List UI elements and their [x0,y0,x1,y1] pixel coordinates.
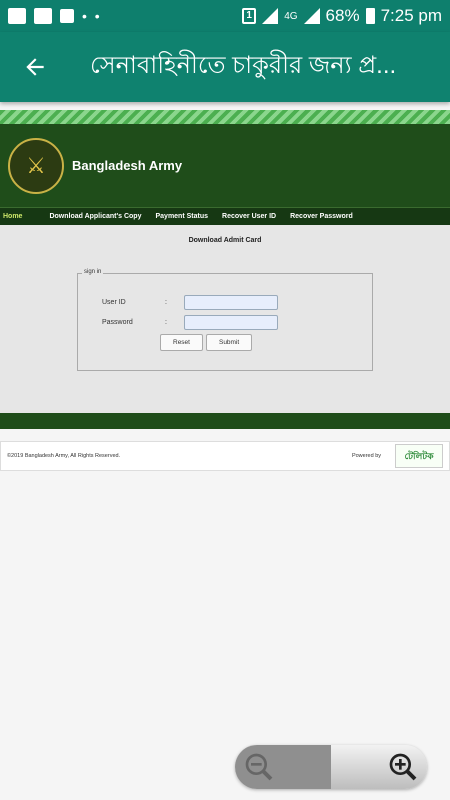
webview: ⚔ Bangladesh Army Home Download Applican… [0,110,450,471]
password-colon: : [165,319,167,326]
nav-home[interactable]: Home [0,213,42,220]
powered-by-text: Powered by [351,453,381,459]
site-nav: Home Download Applicant's Copy Payment S… [0,207,450,225]
password-label: Password [102,319,133,326]
site-header: ⚔ Bangladesh Army [0,124,450,207]
footer-bar [0,413,450,429]
sim-icon: 1 [242,8,257,24]
more-notifications-icon: • • [82,8,102,24]
teletalk-logo[interactable]: টেলিটক [395,444,443,468]
copyright-text: ©2019 Bangladesh Army, All Rights Reserv… [7,453,121,459]
page-title: সেনাবাহিনীতে চাকুরীর জন্য প্র... [90,52,397,79]
nav-download-applicants-copy[interactable]: Download Applicant's Copy [42,213,148,220]
gallery-icon [8,8,26,24]
image-icon [60,9,74,23]
userid-row: User ID : [78,295,278,310]
status-bar: • • 1 4G 68% 7:25 pm [0,0,450,32]
userid-label: User ID [102,299,126,306]
clock: 7:25 pm [380,6,442,25]
battery-icon [365,8,375,24]
content-heading: Download Admit Card [188,237,262,244]
camera-icon [34,8,52,24]
army-emblem-logo: ⚔ [8,137,64,194]
network-type: 4G [284,10,298,22]
zoom-out-icon [245,753,273,781]
zoom-in-icon [389,753,417,781]
reset-button[interactable]: Reset [160,334,203,351]
zoom-out-button[interactable] [235,745,331,789]
signin-buttons: Reset Submit [160,334,253,351]
site-brand: Bangladesh Army [72,158,183,173]
back-arrow-icon[interactable] [0,32,70,102]
userid-input[interactable] [184,295,278,310]
nav-recover-password[interactable]: Recover Password [283,213,360,220]
nav-payment-status[interactable]: Payment Status [148,213,215,220]
signin-fieldset: sign in User ID : Password : Reset Submi… [77,269,373,371]
signin-legend: sign in [82,269,104,275]
password-row: Password : [78,315,278,330]
userid-colon: : [165,299,167,306]
password-input[interactable] [184,315,278,330]
battery-percent: 68% [325,6,360,25]
app-bar: সেনাবাহিনীতে চাকুরীর জন্য প্র... [0,32,450,102]
main-content: Download Admit Card sign in User ID : Pa… [0,225,450,413]
signal-icon-2 [303,8,320,24]
zoom-in-button[interactable] [331,745,427,789]
signal-icon [262,8,279,24]
zoom-controls [235,745,427,789]
site-footer: ©2019 Bangladesh Army, All Rights Reserv… [0,441,450,471]
header-stripe [0,110,450,124]
submit-button[interactable]: Submit [205,334,253,351]
nav-recover-user-id[interactable]: Recover User ID [215,213,283,220]
